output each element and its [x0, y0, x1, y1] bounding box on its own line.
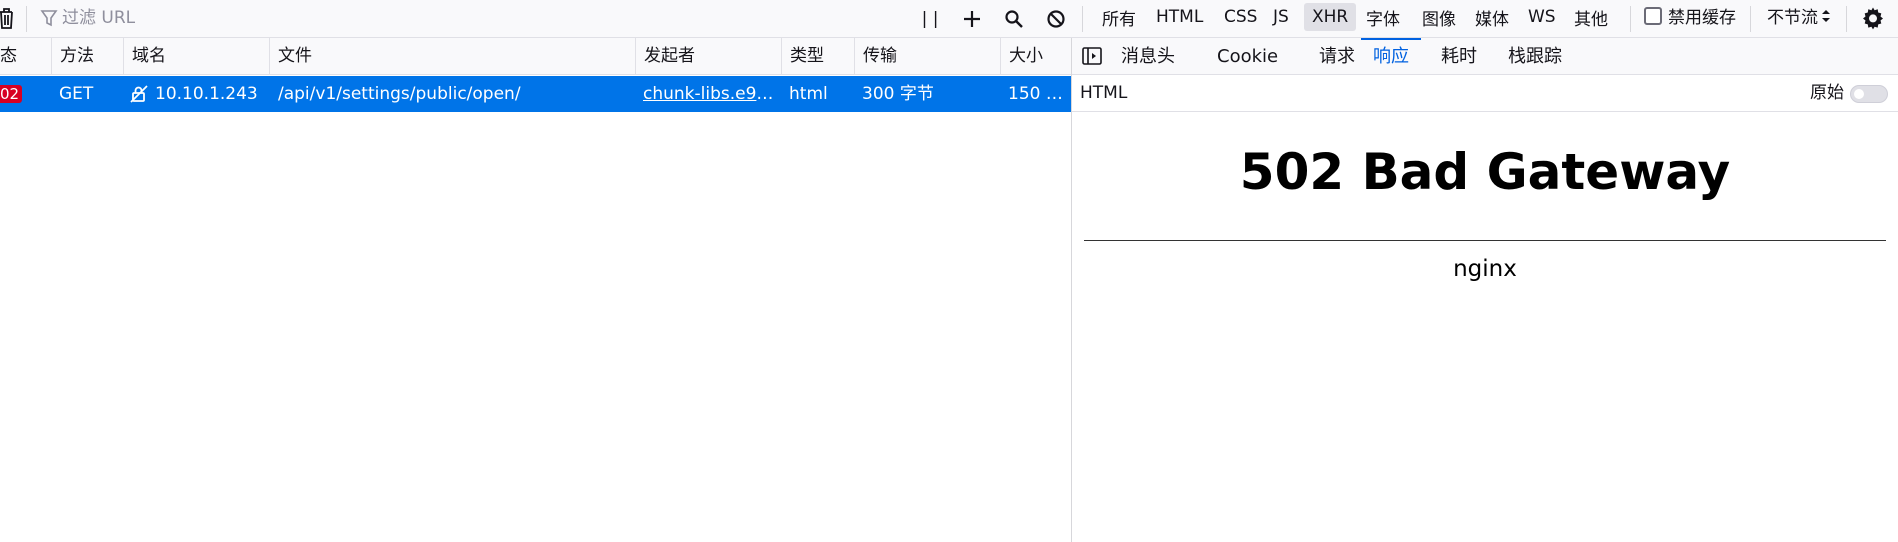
row-method: GET: [59, 84, 94, 104]
column-header-initiator[interactable]: 发起者: [636, 38, 782, 75]
filter-js[interactable]: JS: [1265, 3, 1297, 31]
filter-url-input[interactable]: [62, 4, 892, 32]
row-type: html: [789, 84, 828, 104]
row-transferred: 300 字节: [862, 84, 934, 104]
pause-button[interactable]: | |: [914, 4, 946, 34]
filter-all[interactable]: 所有: [1094, 3, 1144, 31]
row-initiator-link[interactable]: chunk-libs.e9b…: [643, 76, 777, 112]
tab-response[interactable]: 响应: [1361, 38, 1421, 75]
disable-cache-label: 禁用缓存: [1668, 8, 1736, 28]
column-header-domain[interactable]: 域名: [124, 38, 270, 75]
toolbar-separator: [1846, 6, 1847, 32]
filter-media[interactable]: 媒体: [1467, 3, 1517, 31]
toolbar-separator: [1750, 6, 1751, 32]
block-button[interactable]: [1040, 4, 1072, 34]
raw-toggle-label: 原始: [1810, 83, 1844, 103]
filter-css[interactable]: CSS: [1216, 3, 1265, 31]
filter-other[interactable]: 其他: [1566, 3, 1616, 31]
toolbar-separator: [26, 6, 27, 32]
updown-arrows-icon: [1822, 10, 1830, 22]
settings-button[interactable]: [1858, 3, 1888, 33]
preview-heading: 502 Bad Gateway: [1239, 143, 1731, 201]
gear-icon: [1863, 7, 1883, 30]
response-type-label: HTML: [1080, 83, 1128, 103]
pause-icon: | |: [921, 9, 939, 29]
search-icon: [1005, 10, 1023, 28]
status-badge: 02: [0, 85, 23, 103]
filter-ws[interactable]: WS: [1520, 3, 1564, 31]
column-header-size[interactable]: 大小: [1001, 38, 1071, 75]
row-file: /api/v1/settings/public/open/: [278, 84, 521, 104]
plus-icon: [964, 11, 980, 27]
toolbar-separator: [1630, 6, 1631, 32]
search-button[interactable]: [998, 4, 1030, 34]
add-request-button[interactable]: [956, 4, 988, 34]
preview-divider: [1084, 240, 1886, 241]
toolbar-separator: [1082, 6, 1083, 32]
row-size: 150 …: [1008, 84, 1063, 104]
column-header-type[interactable]: 类型: [782, 38, 855, 75]
row-domain: 10.10.1.243: [155, 84, 258, 104]
throttle-select[interactable]: 不节流: [1767, 4, 1818, 32]
tab-cookies[interactable]: Cookie: [1205, 38, 1290, 75]
insecure-lock-icon: [130, 85, 148, 103]
toggle-panel-icon[interactable]: [1082, 47, 1102, 65]
column-header-file[interactable]: 文件: [270, 38, 636, 75]
tab-request[interactable]: 请求: [1307, 38, 1367, 75]
filter-icon: [40, 10, 58, 27]
trash-icon[interactable]: [0, 6, 16, 32]
filter-xhr[interactable]: XHR: [1304, 3, 1357, 31]
filter-html[interactable]: HTML: [1148, 3, 1211, 31]
request-table-header: 态 方法 域名 文件 发起者 类型 传输 大小: [0, 38, 1071, 75]
preview-server-text: nginx: [1453, 256, 1517, 282]
network-toolbar: | | 所有 HTML CSS JS XHR 字体 图像 媒体 WS 其他 禁用…: [0, 0, 1898, 38]
tab-timings[interactable]: 耗时: [1429, 38, 1489, 75]
request-details-panel: 消息头 Cookie 请求 响应 耗时 栈跟踪 HTML 原始 502 Bad …: [1072, 38, 1898, 542]
tab-headers[interactable]: 消息头: [1109, 38, 1187, 75]
column-header-transferred[interactable]: 传输: [855, 38, 1001, 75]
disable-cache-checkbox[interactable]: [1644, 7, 1662, 25]
column-header-method[interactable]: 方法: [52, 38, 124, 75]
column-header-status[interactable]: 态: [0, 38, 52, 75]
request-list-panel: 态 方法 域名 文件 发起者 类型 传输 大小 02 GET 10.10.1.2…: [0, 38, 1071, 542]
raw-toggle-switch[interactable]: [1850, 85, 1888, 103]
details-tab-bar: 消息头 Cookie 请求 响应 耗时 栈跟踪: [1072, 38, 1898, 75]
response-header-bar: HTML 原始: [1072, 75, 1898, 112]
block-icon: [1047, 10, 1065, 28]
response-preview: 502 Bad Gateway nginx: [1072, 113, 1898, 542]
tab-stack-trace[interactable]: 栈跟踪: [1496, 38, 1574, 75]
filter-fonts[interactable]: 字体: [1358, 3, 1408, 31]
table-row[interactable]: 02 GET 10.10.1.243 /api/v1/settings/publ…: [0, 76, 1071, 112]
filter-images[interactable]: 图像: [1414, 3, 1464, 31]
